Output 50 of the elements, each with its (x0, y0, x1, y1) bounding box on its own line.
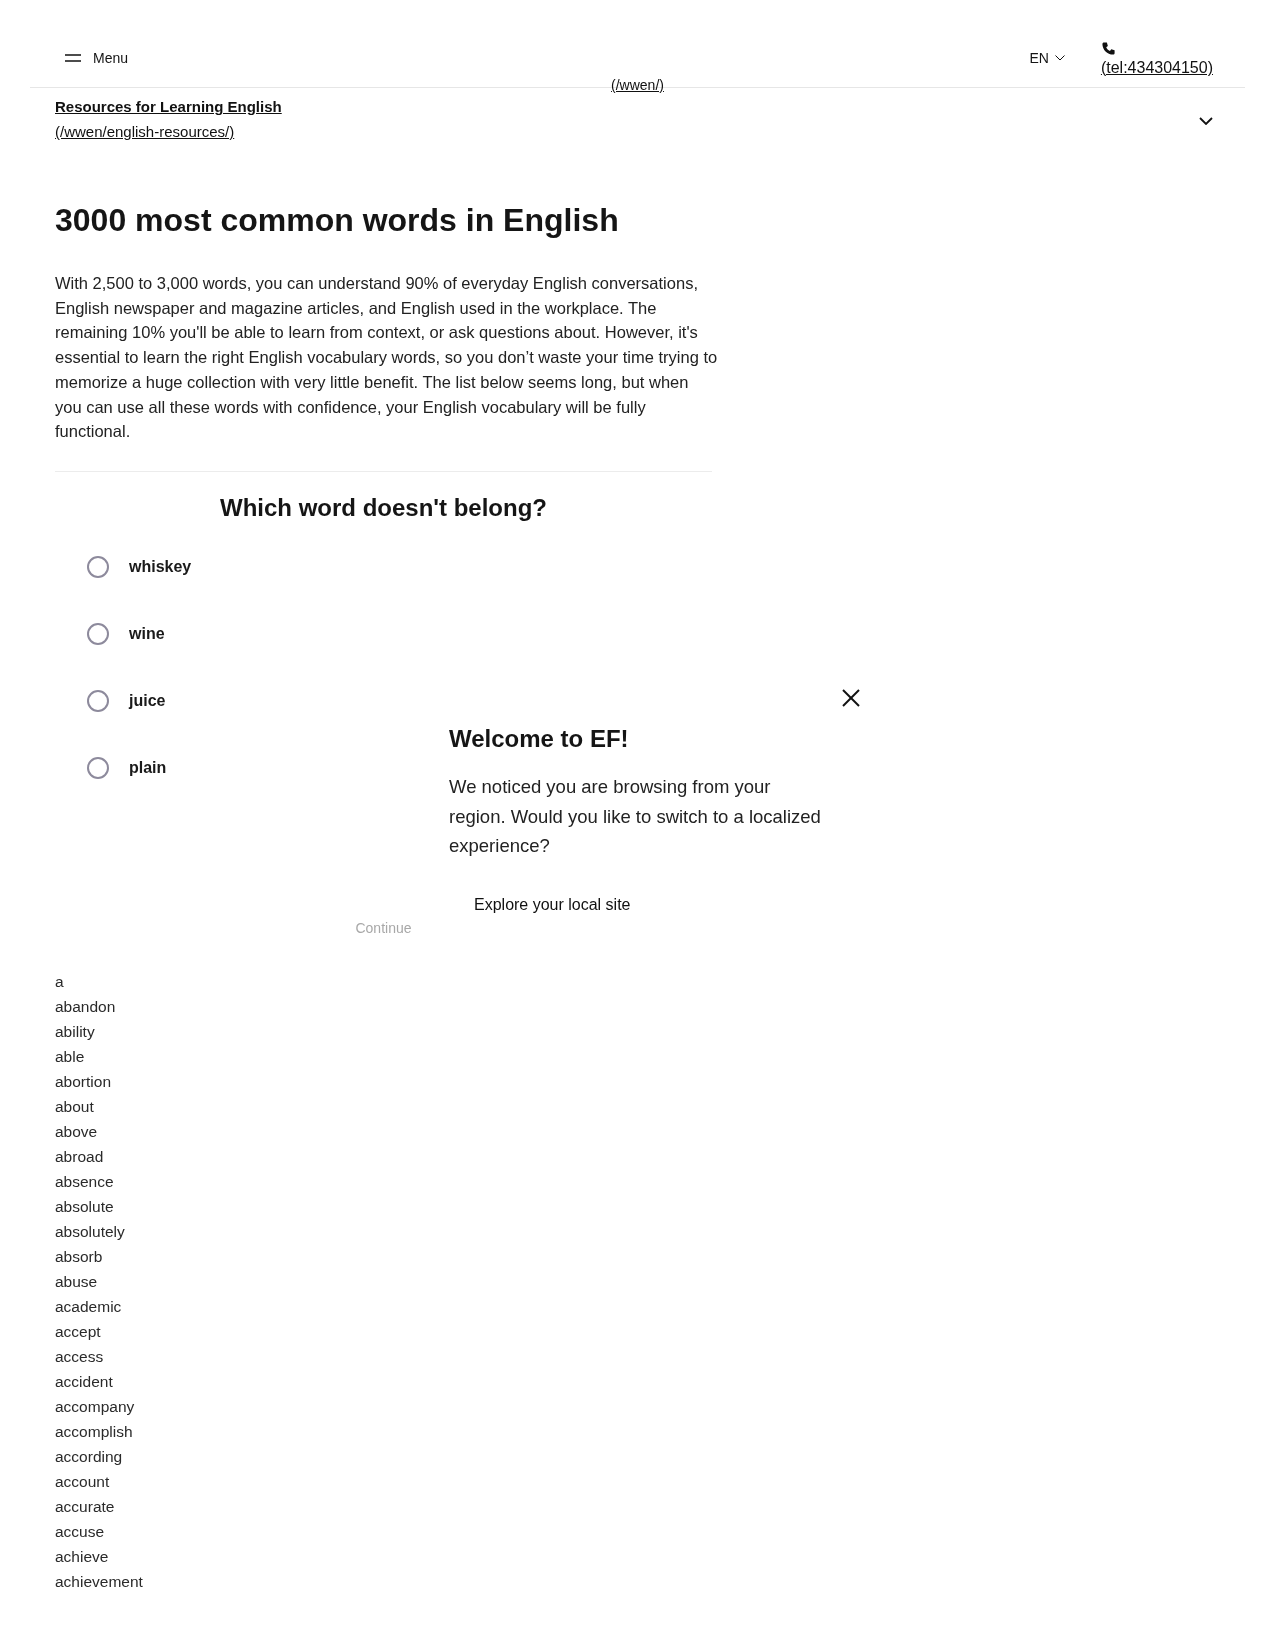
popup-message: We noticed you are browsing from your region. Would you like to switch to a localized experience? (449, 775, 822, 858)
word-list-item: accept (55, 1321, 101, 1342)
option-label[interactable]: whiskey (129, 558, 192, 577)
word-list-item: abroad (55, 1146, 104, 1167)
word-list-item: access (55, 1346, 104, 1367)
word-list-item: a (55, 971, 64, 992)
radio-button[interactable] (87, 757, 109, 780)
popup-title: Welcome to EF! (449, 724, 629, 754)
language-selector[interactable]: EN (1029, 49, 1065, 66)
word-list-item: accompany (55, 1396, 135, 1417)
word-list-item: abortion (55, 1071, 111, 1092)
resources-link[interactable]: Resources for Learning English (55, 94, 282, 119)
option-label[interactable]: wine (129, 625, 165, 644)
word-list-item: abandon (55, 996, 116, 1017)
word-list-item: according (55, 1446, 123, 1467)
phone-icon (1101, 41, 1115, 55)
page-title: 3000 most common words in English (55, 201, 620, 240)
radio-button[interactable] (87, 556, 109, 579)
menu-button[interactable]: Menu (65, 49, 129, 66)
explore-local-site-button[interactable]: Explore your local site (449, 882, 656, 927)
option-label[interactable]: plain (129, 759, 167, 778)
word-list-item: able (55, 1046, 85, 1067)
word-list-item: accuse (55, 1521, 105, 1542)
word-list-item: accurate (55, 1496, 115, 1517)
word-list-item: absolute (55, 1196, 114, 1217)
phone-link[interactable]: (tel:434304150) (1100, 57, 1213, 78)
close-icon[interactable] (842, 689, 860, 707)
word-list-item: achievement (55, 1571, 143, 1592)
word-list-item: absorb (55, 1246, 103, 1267)
radio-button[interactable] (87, 623, 109, 646)
intro-paragraph: With 2,500 to 3,000 words, you can understand 90% of everyday English conversations, English newspaper and magazine articles, and English used in the workplace. The remaining 10% you'll be able to learn from context, or ask questions about. However, it's essential to learn the right English vocabulary words, so you don’t waste your time trying to memorize a huge collection with very little benefit. The list below seems long, but when you can use all these words with confidence, your English vocabulary will be fully functional. (55, 273, 718, 443)
word-list-item: about (55, 1096, 94, 1117)
word-list-item: absence (55, 1171, 114, 1192)
word-list-item: accomplish (55, 1421, 133, 1442)
chevron-down-icon[interactable] (1199, 117, 1213, 125)
chevron-down-icon (1054, 54, 1065, 61)
quiz-question: Which word doesn't belong? (219, 493, 548, 522)
radio-button[interactable] (87, 690, 109, 713)
option-label[interactable]: juice (129, 692, 166, 711)
home-link[interactable]: (/wwen/) (611, 77, 664, 94)
menu-icon (65, 53, 81, 62)
word-list-item: ability (55, 1021, 95, 1042)
word-list-item: above (55, 1121, 98, 1142)
word-list-item: accident (55, 1371, 113, 1392)
word-list-item: abuse (55, 1271, 98, 1292)
word-list-item: absolutely (55, 1221, 125, 1242)
word-list-item: academic (55, 1296, 122, 1317)
word-list-item: achieve (55, 1546, 109, 1567)
resources-url-link[interactable]: (/wwen/english-resources/) (55, 119, 235, 144)
word-list-item: account (55, 1471, 110, 1492)
